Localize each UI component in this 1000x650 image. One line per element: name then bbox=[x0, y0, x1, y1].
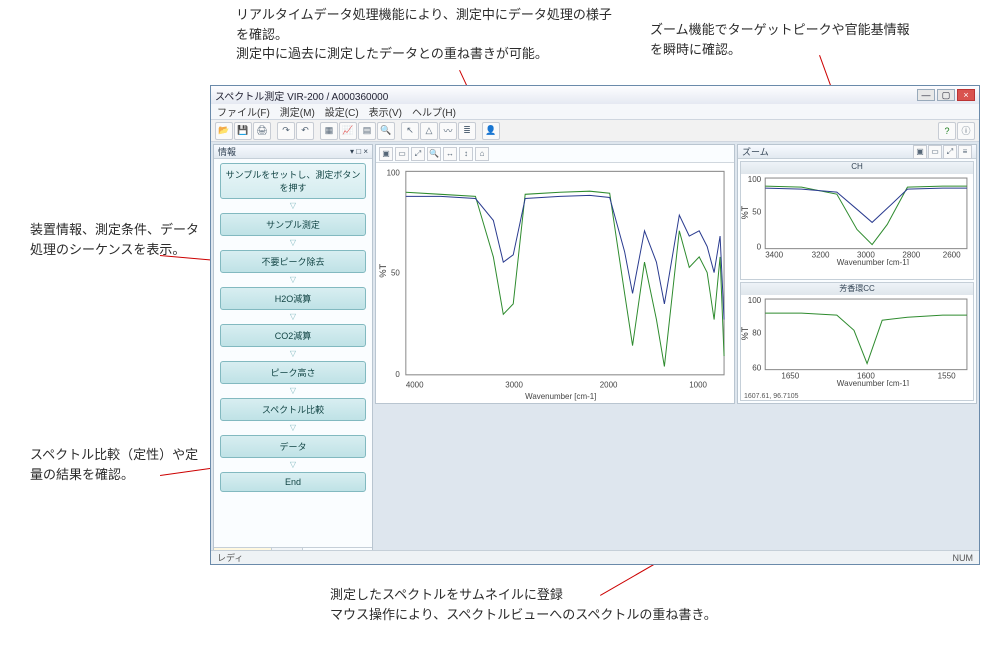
tool-chart-icon[interactable]: 📈 bbox=[339, 122, 357, 140]
chart-tool-icon[interactable]: ▣ bbox=[379, 147, 393, 161]
chart-tool-icon[interactable]: ⤢ bbox=[411, 147, 425, 161]
svg-text:%T: %T bbox=[378, 263, 388, 277]
chart-tool-icon[interactable]: 🔍 bbox=[427, 147, 441, 161]
chart-tool-icon[interactable]: ⌂ bbox=[475, 147, 489, 161]
main-spectrum-panel: ▣ ▭ ⤢ 🔍 ↔ ↕ ⌂ %T 100 50 0 4000 3000 2000 bbox=[375, 144, 735, 404]
sequence-step[interactable]: サンプル測定 bbox=[220, 213, 366, 236]
status-left: レディ bbox=[217, 551, 243, 564]
zoom-tool-icon[interactable]: ≡ bbox=[958, 145, 972, 159]
svg-text:80: 80 bbox=[752, 328, 761, 337]
svg-text:100: 100 bbox=[748, 175, 762, 184]
tool-cursor-icon[interactable]: ↖ bbox=[401, 122, 419, 140]
menu-file[interactable]: ファイル(F) bbox=[217, 104, 270, 119]
statusbar: レディ NUM bbox=[211, 550, 979, 564]
annotation-left-bottom: スペクトル比較（定性）や定量の結果を確認。 bbox=[30, 445, 200, 484]
sequence-step[interactable]: データ bbox=[220, 435, 366, 458]
tool-zoom-icon[interactable]: 🔍 bbox=[377, 122, 395, 140]
tool-print-icon[interactable]: 🖨 bbox=[253, 122, 271, 140]
sequence-step[interactable]: H2O減算 bbox=[220, 287, 366, 310]
tool-peak-icon[interactable]: △ bbox=[420, 122, 438, 140]
tool-user-icon[interactable]: 👤 bbox=[482, 122, 500, 140]
tool-save-icon[interactable]: 💾 bbox=[234, 122, 252, 140]
tool-redo-icon[interactable]: ↷ bbox=[277, 122, 295, 140]
svg-text:3400: 3400 bbox=[765, 251, 783, 260]
zoom-tool-icon[interactable]: ⤢ bbox=[943, 145, 957, 159]
tool-info-icon[interactable]: ⓘ bbox=[957, 122, 975, 140]
svg-text:60: 60 bbox=[752, 364, 761, 373]
svg-text:%T: %T bbox=[741, 326, 750, 340]
svg-text:100: 100 bbox=[748, 296, 762, 305]
zoom-panel: ズーム ▣ ▭ ⤢ ≡ CH %T 100 50 0 bbox=[737, 144, 977, 404]
svg-text:1000: 1000 bbox=[689, 380, 707, 389]
svg-text:Wavenumber [cm-1]: Wavenumber [cm-1] bbox=[837, 379, 909, 386]
svg-text:3000: 3000 bbox=[505, 380, 523, 389]
sequence-step-end[interactable]: End bbox=[220, 472, 366, 492]
app-window: スペクトル測定 VIR-200 / A000360000 — ▢ × ファイル(… bbox=[210, 85, 980, 565]
svg-text:%T: %T bbox=[741, 205, 750, 219]
menu-measure[interactable]: 測定(M) bbox=[280, 104, 315, 119]
annotation-top-center: リアルタイムデータ処理機能により、測定中にデータ処理の様子を確認。 測定中に過去… bbox=[236, 5, 616, 64]
tool-layers-icon[interactable]: ≣ bbox=[458, 122, 476, 140]
chart-tool-icon[interactable]: ↔ bbox=[443, 147, 457, 161]
zoom-cursor-readout: 1607.61, 96.7105 bbox=[741, 393, 973, 400]
svg-text:1650: 1650 bbox=[781, 372, 799, 381]
tool-help-icon[interactable]: ? bbox=[938, 122, 956, 140]
svg-text:Wavenumber [cm-1]: Wavenumber [cm-1] bbox=[837, 258, 909, 265]
sequence-panel: 情報▾ □ × サンプルをセットし、測定ボタンを押す ▽ サンプル測定▽ 不要ピ… bbox=[213, 144, 373, 550]
tool-baseline-icon[interactable]: 〰 bbox=[439, 122, 457, 140]
app-title: スペクトル測定 VIR-200 / A000360000 bbox=[215, 88, 388, 103]
svg-text:Wavenumber [cm-1]: Wavenumber [cm-1] bbox=[525, 392, 596, 401]
sequence-header[interactable]: サンプルをセットし、測定ボタンを押す bbox=[220, 163, 366, 199]
svg-text:4000: 4000 bbox=[406, 380, 424, 389]
sequence-step[interactable]: スペクトル比較 bbox=[220, 398, 366, 421]
menu-help[interactable]: ヘルプ(H) bbox=[412, 104, 456, 119]
svg-text:0: 0 bbox=[757, 243, 762, 252]
zoom-panel-title: ズーム bbox=[742, 145, 769, 158]
sequence-step[interactable]: 不要ピーク除去 bbox=[220, 250, 366, 273]
main-spectrum-chart[interactable]: %T 100 50 0 4000 3000 2000 1000 Wavenumb… bbox=[376, 163, 734, 403]
svg-text:50: 50 bbox=[391, 269, 400, 278]
svg-text:50: 50 bbox=[752, 207, 761, 216]
tool-open-icon[interactable]: 📂 bbox=[215, 122, 233, 140]
annotation-bottom: 測定したスペクトルをサムネイルに登録 マウス操作により、スペクトルビューへのスペ… bbox=[330, 585, 850, 624]
titlebar[interactable]: スペクトル測定 VIR-200 / A000360000 — ▢ × bbox=[211, 86, 979, 104]
maximize-button[interactable]: ▢ bbox=[937, 89, 955, 101]
main-toolbar: 📂 💾 🖨 ↷ ↶ ▦ 📈 ▤ 🔍 ↖ △ 〰 ≣ 👤 ? ⓘ bbox=[211, 120, 979, 142]
tool-table-icon[interactable]: ▤ bbox=[358, 122, 376, 140]
sequence-panel-title: 情報 bbox=[218, 145, 236, 158]
sequence-step[interactable]: ピーク高さ bbox=[220, 361, 366, 384]
minimize-button[interactable]: — bbox=[917, 89, 935, 101]
zoom-tool-icon[interactable]: ▣ bbox=[913, 145, 927, 159]
menubar: ファイル(F) 測定(M) 設定(C) 表示(V) ヘルプ(H) bbox=[211, 104, 979, 120]
svg-text:3200: 3200 bbox=[812, 251, 830, 260]
zoom-chart-ch[interactable]: CH %T 100 50 0 3400 3200 3000 2800 2600 … bbox=[740, 161, 974, 280]
svg-text:2000: 2000 bbox=[600, 380, 618, 389]
svg-text:2600: 2600 bbox=[943, 251, 961, 260]
svg-text:0: 0 bbox=[395, 370, 400, 379]
svg-text:100: 100 bbox=[387, 168, 401, 177]
chart-tool-icon[interactable]: ▭ bbox=[395, 147, 409, 161]
zoom-chart-aromatic[interactable]: 芳香環CC %T 100 80 60 1650 1600 1550 Wavenu… bbox=[740, 282, 974, 401]
menu-view[interactable]: 表示(V) bbox=[369, 104, 402, 119]
svg-text:1550: 1550 bbox=[938, 372, 956, 381]
menu-settings[interactable]: 設定(C) bbox=[325, 104, 359, 119]
sequence-step[interactable]: CO2減算 bbox=[220, 324, 366, 347]
tool-undo-icon[interactable]: ↶ bbox=[296, 122, 314, 140]
close-button[interactable]: × bbox=[957, 89, 975, 101]
tool-grid-icon[interactable]: ▦ bbox=[320, 122, 338, 140]
zoom-tool-icon[interactable]: ▭ bbox=[928, 145, 942, 159]
status-right: NUM bbox=[953, 553, 974, 563]
chart-tool-icon[interactable]: ↕ bbox=[459, 147, 473, 161]
annotation-top-right: ズーム機能でターゲットピークや官能基情報を瞬時に確認。 bbox=[650, 20, 910, 59]
annotation-left-mid: 装置情報、測定条件、データ処理のシーケンスを表示。 bbox=[30, 220, 200, 259]
